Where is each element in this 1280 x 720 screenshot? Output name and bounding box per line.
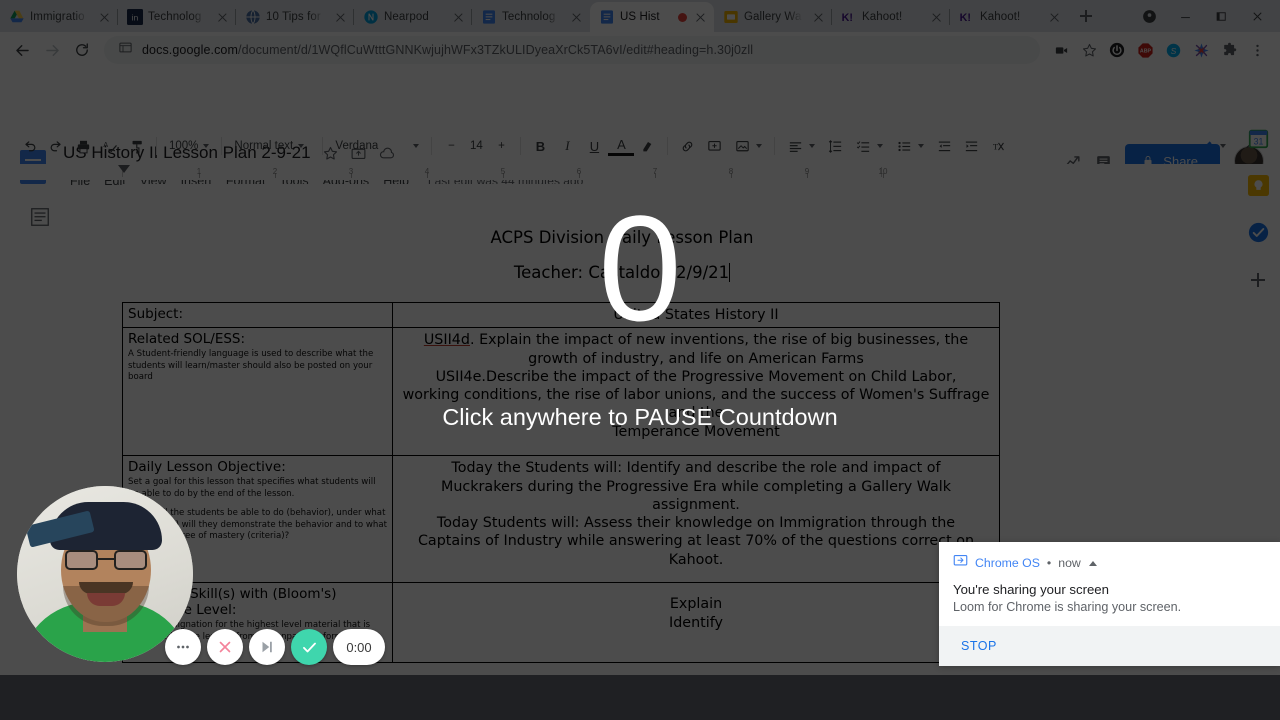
loom-timer: 0:00 [333, 629, 385, 665]
browser-window: Immigratio in Technolog 10 Tips for Near… [0, 0, 1280, 684]
chrome-os-shelf: 1 4:57 [0, 675, 1280, 720]
notification-title: You're sharing your screen [953, 582, 1109, 597]
notification-header: Chrome OS • now [953, 553, 1264, 573]
notification-separator: • [1046, 556, 1052, 570]
chrome-os-notification[interactable]: Chrome OS • now You're sharing your scre… [939, 542, 1280, 666]
notification-body: Chrome OS • now You're sharing your scre… [939, 542, 1280, 626]
skip-icon[interactable] [249, 629, 285, 665]
more-options-icon[interactable] [165, 629, 201, 665]
pause-countdown-hint: Click anywhere to PAUSE Countdown [442, 404, 838, 430]
webcam-glasses [65, 550, 147, 570]
cancel-recording-icon[interactable] [207, 629, 243, 665]
countdown-number: 0 [598, 184, 682, 352]
stop-sharing-button[interactable]: STOP [961, 639, 997, 653]
finish-recording-icon[interactable] [291, 629, 327, 665]
notification-app-name: Chrome OS [975, 556, 1040, 570]
chevron-up-icon[interactable] [1088, 560, 1097, 566]
notification-actions: STOP [939, 626, 1280, 666]
screen-share-icon [953, 553, 968, 573]
loom-recorder-controls: 0:00 [165, 629, 385, 665]
notification-timestamp: now [1058, 556, 1081, 570]
notification-message: Loom for Chrome is sharing your screen. [953, 600, 1182, 614]
